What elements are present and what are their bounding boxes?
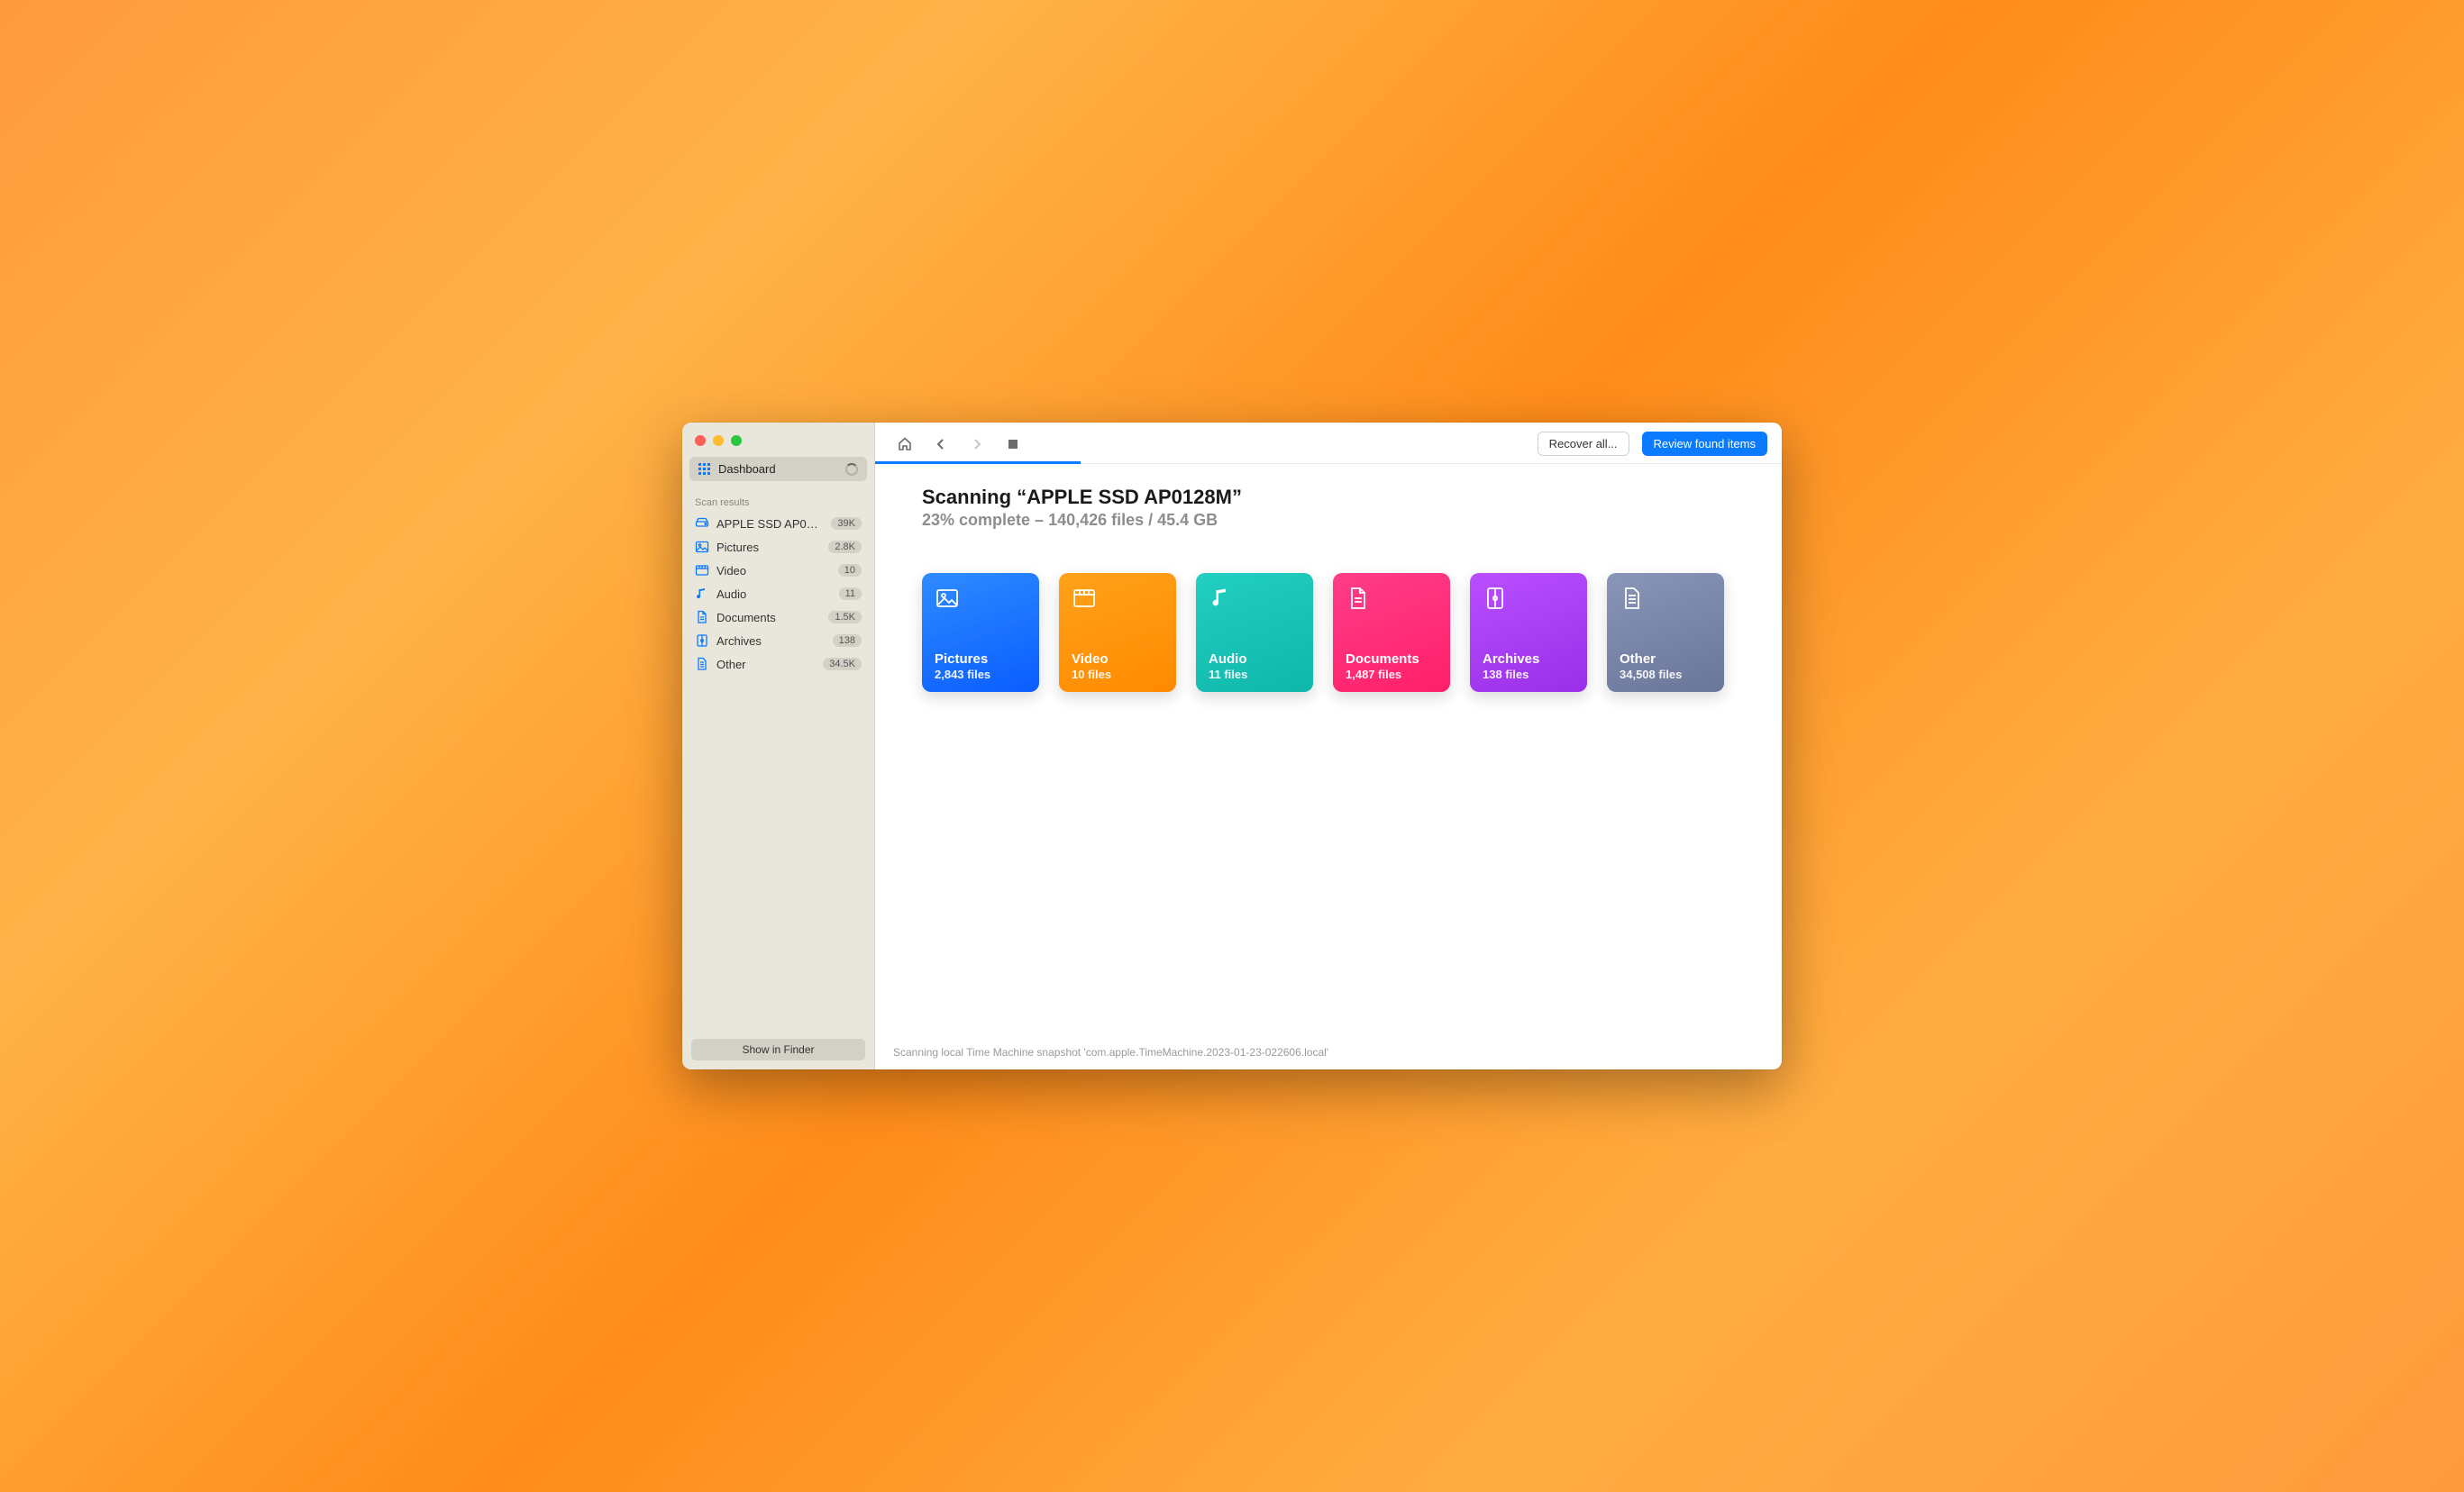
sidebar-item-label: Archives (716, 634, 826, 648)
sidebar-item-label: Documents (716, 611, 821, 624)
sidebar-item-label: Pictures (716, 541, 821, 554)
content-area: Scanning “APPLE SSD AP0128M” 23% complet… (875, 464, 1782, 1037)
card-pictures[interactable]: Pictures 2,843 files (922, 573, 1039, 692)
sidebar-item-label: Video (716, 564, 831, 578)
card-audio[interactable]: Audio 11 files (1196, 573, 1313, 692)
sidebar-item-badge: 11 (839, 587, 862, 600)
sidebar-dashboard[interactable]: Dashboard (689, 457, 867, 481)
sidebar-item-badge: 1.5K (828, 611, 862, 623)
image-icon (935, 586, 960, 611)
main-pane: Recover all... Review found items Scanni… (875, 423, 1782, 1069)
card-title: Other (1620, 651, 1711, 667)
scan-title: Scanning “APPLE SSD AP0128M” (922, 486, 1753, 509)
sidebar-item-label: Other (716, 658, 816, 671)
file-icon (1620, 586, 1645, 611)
zip-icon (1483, 586, 1508, 611)
sidebar-item-label: Audio (716, 587, 832, 601)
scan-subtitle: 23% complete – 140,426 files / 45.4 GB (922, 511, 1753, 530)
sidebar-item-badge: 34.5K (823, 658, 862, 670)
stop-button[interactable] (1001, 432, 1025, 456)
card-other[interactable]: Other 34,508 files (1607, 573, 1724, 692)
recover-all-button[interactable]: Recover all... (1538, 432, 1629, 456)
sidebar-item-disk[interactable]: APPLE SSD AP012... 39K (682, 512, 874, 535)
toolbar: Recover all... Review found items (875, 423, 1782, 456)
sidebar-item-audio[interactable]: Audio 11 (682, 582, 874, 605)
music-note-icon (1209, 586, 1234, 611)
card-title: Documents (1346, 651, 1437, 667)
sidebar-item-pictures[interactable]: Pictures 2.8K (682, 535, 874, 559)
music-note-icon (695, 587, 709, 601)
minimize-button[interactable] (713, 435, 724, 446)
video-icon (695, 563, 709, 578)
sidebar-footer: Show in Finder (682, 1030, 874, 1069)
sidebar-item-video[interactable]: Video 10 (682, 559, 874, 582)
card-title: Video (1072, 651, 1164, 667)
review-found-items-button[interactable]: Review found items (1642, 432, 1767, 456)
archive-icon (695, 633, 709, 648)
window-controls (682, 423, 874, 457)
image-icon (695, 540, 709, 554)
card-archives[interactable]: Archives 138 files (1470, 573, 1587, 692)
close-button[interactable] (695, 435, 706, 446)
disk-icon (695, 516, 709, 531)
spinner-icon (845, 463, 858, 476)
file-icon (695, 657, 709, 671)
sidebar-item-badge: 2.8K (828, 541, 862, 553)
category-cards: Pictures 2,843 files Video 10 files (922, 573, 1753, 692)
card-sub: 1,487 files (1346, 668, 1437, 681)
sidebar: Dashboard Scan results APPLE SSD AP012..… (682, 423, 875, 1069)
home-button[interactable] (893, 432, 917, 456)
card-documents[interactable]: Documents 1,487 files (1333, 573, 1450, 692)
status-bar: Scanning local Time Machine snapshot 'co… (875, 1037, 1782, 1069)
card-title: Audio (1209, 651, 1300, 667)
document-icon (695, 610, 709, 624)
app-window: Dashboard Scan results APPLE SSD AP012..… (682, 423, 1782, 1069)
sidebar-item-badge: 10 (838, 564, 862, 577)
sidebar-item-label: APPLE SSD AP012... (716, 517, 824, 531)
maximize-button[interactable] (731, 435, 742, 446)
film-icon (1072, 586, 1097, 611)
card-sub: 34,508 files (1620, 668, 1711, 681)
card-title: Archives (1483, 651, 1574, 667)
show-in-finder-button[interactable]: Show in Finder (691, 1039, 865, 1060)
sidebar-dashboard-label: Dashboard (718, 462, 776, 476)
sidebar-item-archives[interactable]: Archives 138 (682, 629, 874, 652)
card-sub: 10 files (1072, 668, 1164, 681)
sidebar-item-badge: 138 (833, 634, 862, 647)
sidebar-item-badge: 39K (831, 517, 862, 530)
back-button[interactable] (929, 432, 953, 456)
forward-button[interactable] (965, 432, 989, 456)
card-sub: 138 files (1483, 668, 1574, 681)
grid-icon (698, 463, 711, 476)
sidebar-item-documents[interactable]: Documents 1.5K (682, 605, 874, 629)
card-sub: 11 files (1209, 668, 1300, 681)
card-title: Pictures (935, 651, 1027, 667)
sidebar-section-label: Scan results (682, 490, 874, 512)
sidebar-item-other[interactable]: Other 34.5K (682, 652, 874, 676)
document-icon (1346, 586, 1371, 611)
card-video[interactable]: Video 10 files (1059, 573, 1176, 692)
card-sub: 2,843 files (935, 668, 1027, 681)
